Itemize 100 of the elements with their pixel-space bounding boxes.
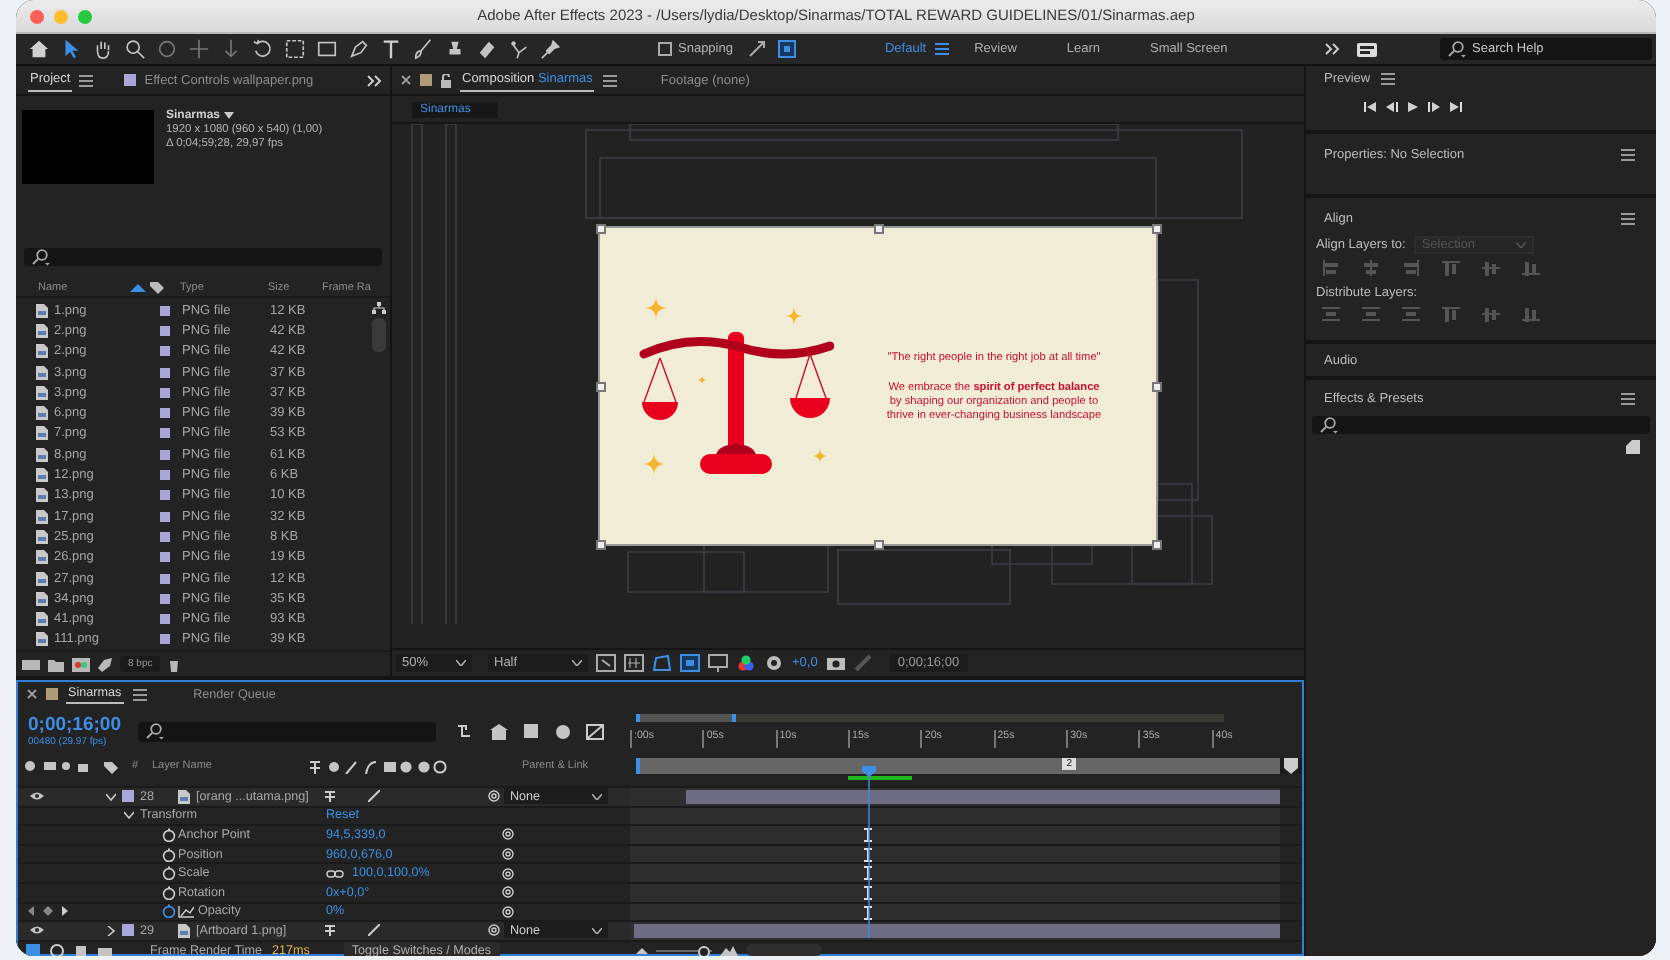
orbit-icon[interactable] <box>156 38 178 60</box>
workspace-menu-icon[interactable] <box>934 42 951 56</box>
menu-icon[interactable] <box>1620 147 1636 161</box>
stopwatch-icon[interactable] <box>162 866 176 881</box>
close-icon[interactable] <box>26 688 38 700</box>
constrain-link-icon[interactable] <box>326 869 344 878</box>
menu-icon[interactable] <box>602 73 619 87</box>
keyframe-icon[interactable] <box>864 905 873 920</box>
brush-icon[interactable] <box>412 38 434 60</box>
visibility-eye-icon[interactable] <box>30 926 44 935</box>
fit-icon[interactable] <box>596 654 616 672</box>
composition-flowchart-icon[interactable] <box>458 723 476 739</box>
more-workspaces-icon[interactable] <box>1323 42 1340 56</box>
stamp-icon[interactable] <box>444 38 466 60</box>
zoom-slider-thumb[interactable] <box>698 945 711 956</box>
pen-icon[interactable] <box>348 38 370 60</box>
region-icon[interactable] <box>284 38 306 60</box>
transform-handle[interactable] <box>874 224 884 234</box>
flowchart-icon[interactable] <box>371 302 385 314</box>
pin-icon[interactable] <box>540 38 562 60</box>
composition-switch-icon[interactable] <box>50 943 64 956</box>
new-folder-icon[interactable] <box>48 657 64 671</box>
rocket-icon[interactable] <box>98 657 112 671</box>
zoom-icon[interactable] <box>124 38 146 60</box>
keyframe-icon[interactable] <box>864 828 873 843</box>
keyframe-icon[interactable] <box>864 847 873 862</box>
motion-blur-icon[interactable] <box>554 723 572 739</box>
color-channels-icon[interactable] <box>736 654 756 672</box>
graph-editor-icon[interactable] <box>586 723 604 739</box>
camera-icon[interactable] <box>825 654 846 672</box>
mask-path-icon[interactable] <box>652 654 672 672</box>
keyframe-icon[interactable] <box>864 885 873 900</box>
pick-whip-icon[interactable] <box>488 790 500 803</box>
move-icon[interactable] <box>188 38 210 60</box>
transform-handle[interactable] <box>596 382 606 392</box>
guides-icon[interactable] <box>708 654 728 672</box>
keyboard-icon[interactable] <box>1355 41 1378 57</box>
caret-icon[interactable] <box>124 810 134 821</box>
snapping-checkbox[interactable] <box>658 42 672 56</box>
caret-icon[interactable] <box>106 925 116 936</box>
new-bin-icon[interactable] <box>1626 440 1640 454</box>
region-of-interest-icon[interactable] <box>680 654 700 672</box>
menu-icon[interactable] <box>1380 71 1397 85</box>
comp-marker-bin-icon[interactable] <box>1284 758 1298 774</box>
transform-handle[interactable] <box>1152 382 1162 392</box>
trash-icon[interactable] <box>168 657 181 671</box>
play-icon[interactable] <box>1408 102 1418 112</box>
quality-switch-icon[interactable] <box>368 790 380 803</box>
keyframe-navigator-icon[interactable] <box>28 906 68 917</box>
hand-icon[interactable] <box>92 38 114 60</box>
stopwatch-icon[interactable] <box>162 904 176 919</box>
transform-handle[interactable] <box>874 540 884 550</box>
playhead[interactable] <box>861 766 876 938</box>
home-icon[interactable] <box>28 38 50 60</box>
stopwatch-icon[interactable] <box>162 847 176 862</box>
effects-search-field[interactable] <box>1312 416 1650 434</box>
visibility-eye-icon[interactable] <box>30 792 44 801</box>
collapse-switch-icon[interactable] <box>324 790 336 803</box>
layer-search-field[interactable] <box>138 721 436 741</box>
lock-icon[interactable] <box>440 73 452 87</box>
project-search-field[interactable] <box>24 248 382 266</box>
caret-icon[interactable] <box>106 791 116 802</box>
current-time[interactable]: 0;00;16;00 <box>28 714 138 736</box>
graph-icon[interactable] <box>178 905 194 918</box>
menu-icon[interactable] <box>78 73 95 87</box>
rectangle-icon[interactable] <box>316 38 338 60</box>
menu-icon[interactable] <box>1620 211 1636 225</box>
last-frame-icon[interactable] <box>1450 102 1462 112</box>
horizontal-scrollbar[interactable] <box>746 944 822 956</box>
stopwatch-icon[interactable] <box>162 827 176 842</box>
interpret-footage-icon[interactable] <box>22 657 40 671</box>
transform-handle[interactable] <box>596 224 606 234</box>
first-frame-icon[interactable] <box>1364 102 1376 112</box>
new-composition-icon[interactable] <box>72 657 90 671</box>
pointer-icon[interactable] <box>60 38 82 60</box>
menu-icon[interactable] <box>1620 391 1636 405</box>
transform-handle[interactable] <box>1152 224 1162 234</box>
frame-blending-icon[interactable] <box>522 723 540 739</box>
more-panels-icon[interactable] <box>366 73 382 87</box>
caret-icon[interactable] <box>224 112 235 120</box>
menu-icon[interactable] <box>131 687 148 701</box>
transform-handle[interactable] <box>596 540 606 550</box>
previous-frame-icon[interactable] <box>1386 102 1398 112</box>
quality-switch-icon[interactable] <box>368 924 380 937</box>
flow-icon[interactable] <box>98 943 112 956</box>
stopwatch-icon[interactable] <box>162 885 176 900</box>
zoom-out-icon[interactable] <box>636 946 648 955</box>
text-tool-icon[interactable] <box>380 38 402 60</box>
rotate-icon[interactable] <box>252 38 274 60</box>
puppet-icon[interactable] <box>508 38 530 60</box>
exposure-icon[interactable] <box>764 654 784 672</box>
transparency-grid-icon[interactable] <box>624 654 644 672</box>
close-icon[interactable] <box>400 74 412 86</box>
zoom-in-icon[interactable] <box>720 945 738 956</box>
keyframe-icon[interactable] <box>864 866 873 881</box>
transform-handle[interactable] <box>1152 540 1162 550</box>
next-frame-icon[interactable] <box>1428 102 1440 112</box>
collapse-switch-icon[interactable] <box>324 924 336 937</box>
down-arrow-icon[interactable] <box>220 38 242 60</box>
snap-target-icon[interactable] <box>778 40 797 58</box>
